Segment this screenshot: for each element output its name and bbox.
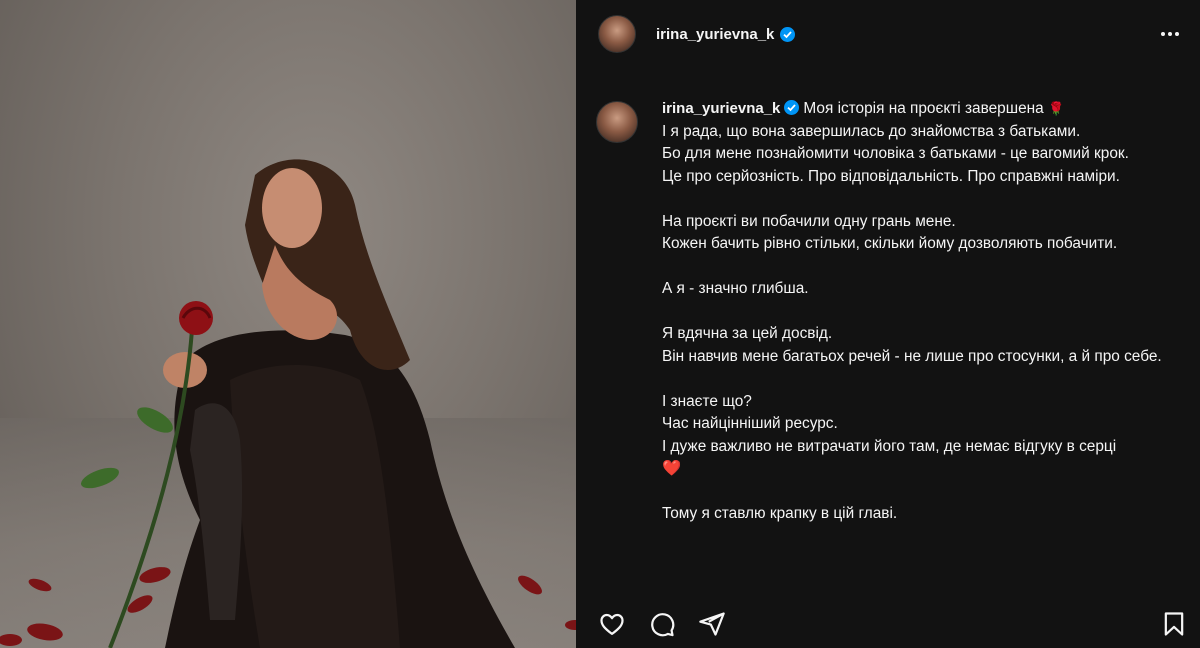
heart-emoji-icon: ❤️: [662, 460, 682, 477]
send-icon[interactable]: [698, 610, 726, 638]
post-header: irina_yurievna_k: [576, 0, 1200, 68]
caption-line: І я рада, що вона завершилась до знайомс…: [662, 122, 1081, 140]
caption-line: А я - значно глибша.: [662, 280, 809, 297]
caption-text: irina_yurievna_k Моя історія на проєкті з…: [662, 98, 1188, 526]
caption-line: Бо для мене познайомити чоловіка з батьк…: [662, 145, 1129, 162]
author-avatar[interactable]: [598, 15, 636, 53]
caption-username[interactable]: irina_yurievna_k: [662, 100, 780, 117]
caption-line: Він навчив мене багатьох речей - не лише…: [662, 347, 1162, 365]
caption-line: На проєкті ви побачили одну грань мене.: [662, 212, 956, 230]
caption-line: І дуже важливо не витрачати його там, де…: [662, 437, 1117, 455]
verified-badge-icon: [780, 26, 796, 42]
bookmark-icon[interactable]: [1160, 610, 1188, 638]
heart-icon[interactable]: [598, 610, 626, 638]
more-options-icon[interactable]: [1158, 22, 1182, 46]
rose-emoji-icon: 🌹: [1048, 101, 1065, 116]
caption-line: Час найцінніший ресурс.: [662, 415, 838, 432]
caption-line: Тому я ставлю крапку в цій главі.: [662, 505, 898, 522]
caption-line: [662, 188, 1188, 211]
author-username[interactable]: irina_yurievna_k: [656, 26, 774, 43]
post-actions-bar: [576, 596, 1200, 648]
caption-author-avatar[interactable]: [596, 101, 638, 143]
caption-line: І знаєте що?: [662, 392, 752, 410]
photo-illustration: [0, 159, 576, 648]
caption-line: Я вдячна за цей досвід.: [662, 325, 833, 342]
instagram-post-viewer: irina_yurievna_k irina_yurievna_k Моя іст…: [0, 0, 1200, 648]
comment-icon[interactable]: [648, 610, 676, 638]
caption-line: [662, 301, 1188, 324]
caption-line: Моя історія на проєкті завершена: [803, 100, 1044, 117]
caption-verified-badge-icon: [784, 100, 800, 115]
caption-line: [662, 256, 1188, 279]
post-side-panel: irina_yurievna_k irina_yurievna_k Моя іст…: [576, 0, 1200, 648]
caption-line: [662, 481, 1188, 504]
post-photo[interactable]: [0, 0, 576, 648]
post-caption: irina_yurievna_k Моя історія на проєкті з…: [596, 98, 1188, 526]
caption-line: [662, 368, 1188, 391]
caption-line: Кожен бачить рівно стільки, скільки йому…: [662, 235, 1118, 252]
caption-line: Це про серйозність. Про відповідальність…: [662, 167, 1120, 185]
